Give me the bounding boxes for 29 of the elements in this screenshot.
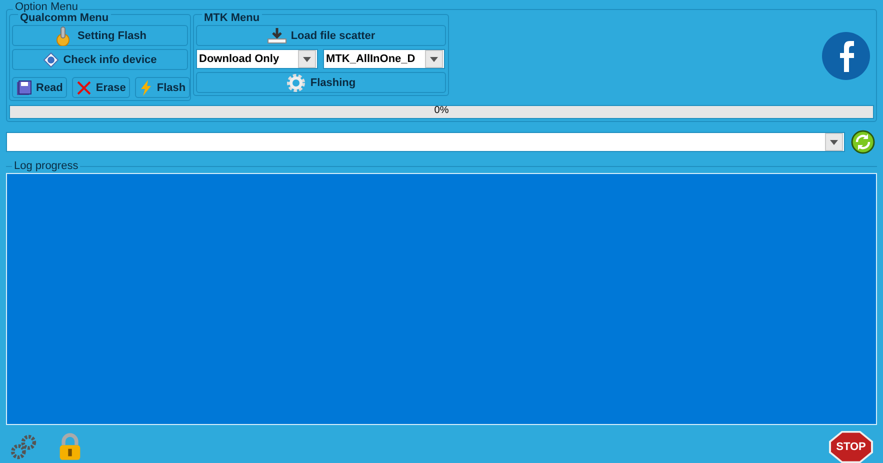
stop-button[interactable]: STOP — [829, 431, 873, 463]
group-title: Qualcomm Menu — [18, 12, 111, 24]
cross-icon — [76, 80, 92, 96]
erase-button[interactable]: Erase — [72, 77, 130, 98]
refresh-icon[interactable] — [851, 130, 875, 154]
read-button[interactable]: Read — [12, 77, 67, 98]
da-dropdown[interactable]: MTK_AllInOne_D — [323, 49, 445, 69]
lightning-icon — [138, 80, 153, 96]
setting-flash-button[interactable]: Setting Flash — [12, 25, 188, 46]
mode-dropdown[interactable]: Download Only — [196, 49, 318, 69]
check-info-button[interactable]: Check info device — [12, 49, 188, 70]
group-title: Option Menu — [13, 1, 80, 13]
padlock-icon[interactable] — [58, 433, 82, 461]
flashing-button[interactable]: Flashing — [196, 72, 446, 93]
floppy-disk-icon — [16, 80, 32, 96]
progress-reading: 0% — [434, 105, 449, 116]
caret-icon — [830, 140, 838, 144]
group-title: Log progress — [12, 160, 80, 172]
download-icon — [266, 26, 287, 44]
flash-button[interactable]: Flash — [134, 77, 190, 98]
caret-icon — [430, 56, 438, 62]
group-title: MTK Menu — [202, 12, 262, 24]
port-dropdown[interactable] — [6, 132, 845, 152]
gear-icon — [286, 72, 306, 92]
gears-icon[interactable] — [10, 434, 38, 460]
load-scatter-button[interactable]: Load file scatter — [196, 25, 446, 46]
info-icon — [43, 52, 60, 68]
caret-icon — [303, 56, 311, 62]
facebook-icon[interactable] — [822, 32, 870, 80]
